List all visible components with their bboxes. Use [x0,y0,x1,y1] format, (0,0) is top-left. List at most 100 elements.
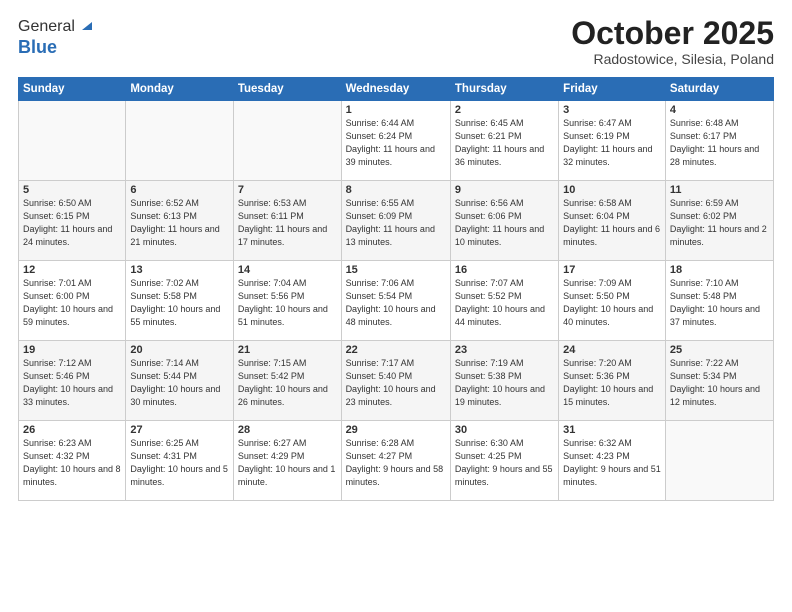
table-row: 31Sunrise: 6:32 AM Sunset: 4:23 PM Dayli… [559,421,666,501]
day-info: Sunrise: 7:01 AM Sunset: 6:00 PM Dayligh… [23,277,121,329]
logo: General Blue [18,16,94,58]
day-info: Sunrise: 7:19 AM Sunset: 5:38 PM Dayligh… [455,357,554,409]
table-row: 21Sunrise: 7:15 AM Sunset: 5:42 PM Dayli… [233,341,341,421]
table-row: 17Sunrise: 7:09 AM Sunset: 5:50 PM Dayli… [559,261,666,341]
day-number: 22 [346,344,446,356]
day-number: 4 [670,104,769,116]
day-info: Sunrise: 6:32 AM Sunset: 4:23 PM Dayligh… [563,437,661,489]
day-info: Sunrise: 6:25 AM Sunset: 4:31 PM Dayligh… [130,437,229,489]
day-info: Sunrise: 6:48 AM Sunset: 6:17 PM Dayligh… [670,117,769,169]
day-number: 5 [23,184,121,196]
day-info: Sunrise: 7:10 AM Sunset: 5:48 PM Dayligh… [670,277,769,329]
table-row: 6Sunrise: 6:52 AM Sunset: 6:13 PM Daylig… [126,181,234,261]
day-number: 13 [130,264,229,276]
day-info: Sunrise: 7:02 AM Sunset: 5:58 PM Dayligh… [130,277,229,329]
table-row: 3Sunrise: 6:47 AM Sunset: 6:19 PM Daylig… [559,101,666,181]
day-info: Sunrise: 6:52 AM Sunset: 6:13 PM Dayligh… [130,197,229,249]
day-info: Sunrise: 7:09 AM Sunset: 5:50 PM Dayligh… [563,277,661,329]
table-row: 5Sunrise: 6:50 AM Sunset: 6:15 PM Daylig… [19,181,126,261]
day-number: 1 [346,104,446,116]
day-number: 24 [563,344,661,356]
day-number: 9 [455,184,554,196]
calendar-table: Sunday Monday Tuesday Wednesday Thursday… [18,77,774,501]
logo-blue-text: Blue [18,37,57,57]
day-info: Sunrise: 7:15 AM Sunset: 5:42 PM Dayligh… [238,357,337,409]
day-number: 16 [455,264,554,276]
day-number: 17 [563,264,661,276]
table-row: 15Sunrise: 7:06 AM Sunset: 5:54 PM Dayli… [341,261,450,341]
day-number: 18 [670,264,769,276]
day-info: Sunrise: 6:44 AM Sunset: 6:24 PM Dayligh… [346,117,446,169]
calendar-week-row: 1Sunrise: 6:44 AM Sunset: 6:24 PM Daylig… [19,101,774,181]
table-row: 1Sunrise: 6:44 AM Sunset: 6:24 PM Daylig… [341,101,450,181]
table-row: 10Sunrise: 6:58 AM Sunset: 6:04 PM Dayli… [559,181,666,261]
day-number: 8 [346,184,446,196]
day-number: 3 [563,104,661,116]
day-number: 25 [670,344,769,356]
day-info: Sunrise: 7:12 AM Sunset: 5:46 PM Dayligh… [23,357,121,409]
day-number: 2 [455,104,554,116]
table-row: 19Sunrise: 7:12 AM Sunset: 5:46 PM Dayli… [19,341,126,421]
day-number: 28 [238,424,337,436]
table-row: 2Sunrise: 6:45 AM Sunset: 6:21 PM Daylig… [450,101,558,181]
day-info: Sunrise: 7:04 AM Sunset: 5:56 PM Dayligh… [238,277,337,329]
day-number: 12 [23,264,121,276]
day-number: 27 [130,424,229,436]
table-row: 28Sunrise: 6:27 AM Sunset: 4:29 PM Dayli… [233,421,341,501]
day-info: Sunrise: 6:56 AM Sunset: 6:06 PM Dayligh… [455,197,554,249]
col-monday: Monday [126,78,234,101]
col-sunday: Sunday [19,78,126,101]
table-row: 11Sunrise: 6:59 AM Sunset: 6:02 PM Dayli… [665,181,773,261]
col-saturday: Saturday [665,78,773,101]
day-number: 30 [455,424,554,436]
day-info: Sunrise: 7:14 AM Sunset: 5:44 PM Dayligh… [130,357,229,409]
location: Radostowice, Silesia, Poland [571,51,774,67]
table-row: 4Sunrise: 6:48 AM Sunset: 6:17 PM Daylig… [665,101,773,181]
day-info: Sunrise: 6:59 AM Sunset: 6:02 PM Dayligh… [670,197,769,249]
table-row: 9Sunrise: 6:56 AM Sunset: 6:06 PM Daylig… [450,181,558,261]
day-info: Sunrise: 7:07 AM Sunset: 5:52 PM Dayligh… [455,277,554,329]
day-info: Sunrise: 6:55 AM Sunset: 6:09 PM Dayligh… [346,197,446,249]
day-number: 10 [563,184,661,196]
table-row [233,101,341,181]
day-number: 11 [670,184,769,196]
day-info: Sunrise: 7:06 AM Sunset: 5:54 PM Dayligh… [346,277,446,329]
col-tuesday: Tuesday [233,78,341,101]
table-row [665,421,773,501]
day-info: Sunrise: 6:23 AM Sunset: 4:32 PM Dayligh… [23,437,121,489]
day-info: Sunrise: 6:30 AM Sunset: 4:25 PM Dayligh… [455,437,554,489]
table-row: 26Sunrise: 6:23 AM Sunset: 4:32 PM Dayli… [19,421,126,501]
day-number: 29 [346,424,446,436]
day-number: 7 [238,184,337,196]
day-info: Sunrise: 7:22 AM Sunset: 5:34 PM Dayligh… [670,357,769,409]
table-row: 7Sunrise: 6:53 AM Sunset: 6:11 PM Daylig… [233,181,341,261]
day-number: 20 [130,344,229,356]
col-friday: Friday [559,78,666,101]
title-area: October 2025 Radostowice, Silesia, Polan… [571,16,774,67]
calendar-header-row: Sunday Monday Tuesday Wednesday Thursday… [19,78,774,101]
day-number: 15 [346,264,446,276]
table-row: 27Sunrise: 6:25 AM Sunset: 4:31 PM Dayli… [126,421,234,501]
header: General Blue October 2025 Radostowice, S… [18,16,774,67]
calendar-week-row: 12Sunrise: 7:01 AM Sunset: 6:00 PM Dayli… [19,261,774,341]
table-row: 12Sunrise: 7:01 AM Sunset: 6:00 PM Dayli… [19,261,126,341]
calendar-week-row: 19Sunrise: 7:12 AM Sunset: 5:46 PM Dayli… [19,341,774,421]
day-number: 14 [238,264,337,276]
col-thursday: Thursday [450,78,558,101]
table-row: 18Sunrise: 7:10 AM Sunset: 5:48 PM Dayli… [665,261,773,341]
table-row: 13Sunrise: 7:02 AM Sunset: 5:58 PM Dayli… [126,261,234,341]
table-row: 24Sunrise: 7:20 AM Sunset: 5:36 PM Dayli… [559,341,666,421]
day-info: Sunrise: 6:47 AM Sunset: 6:19 PM Dayligh… [563,117,661,169]
page-container: General Blue October 2025 Radostowice, S… [0,0,792,612]
day-number: 19 [23,344,121,356]
table-row: 14Sunrise: 7:04 AM Sunset: 5:56 PM Dayli… [233,261,341,341]
table-row [126,101,234,181]
table-row: 20Sunrise: 7:14 AM Sunset: 5:44 PM Dayli… [126,341,234,421]
table-row: 22Sunrise: 7:17 AM Sunset: 5:40 PM Dayli… [341,341,450,421]
table-row: 23Sunrise: 7:19 AM Sunset: 5:38 PM Dayli… [450,341,558,421]
table-row: 29Sunrise: 6:28 AM Sunset: 4:27 PM Dayli… [341,421,450,501]
day-number: 26 [23,424,121,436]
table-row: 8Sunrise: 6:55 AM Sunset: 6:09 PM Daylig… [341,181,450,261]
day-info: Sunrise: 7:20 AM Sunset: 5:36 PM Dayligh… [563,357,661,409]
day-number: 31 [563,424,661,436]
